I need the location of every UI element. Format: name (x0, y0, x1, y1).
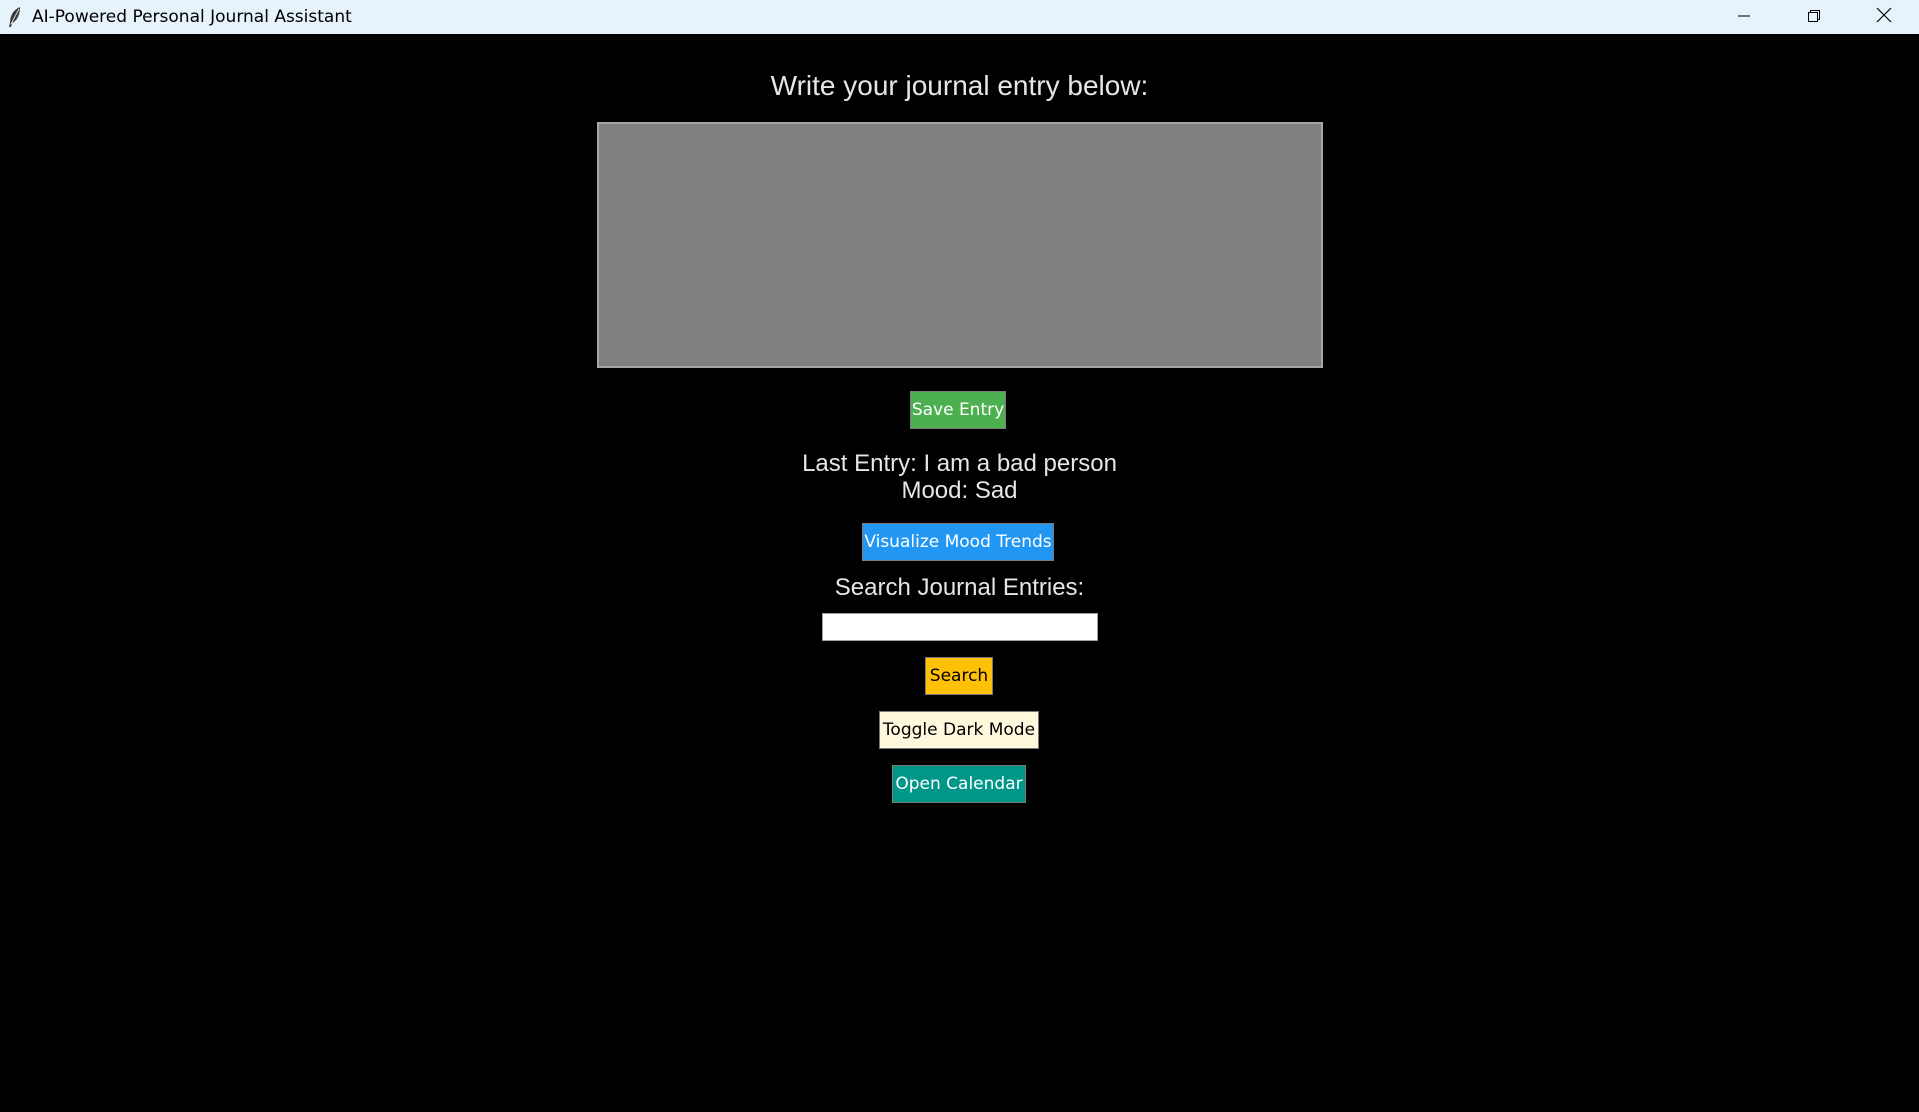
last-entry-info: Last Entry: I am a bad person Mood: Sad (0, 450, 1919, 504)
save-entry-button[interactable]: Save Entry (910, 391, 1006, 429)
feather-icon (6, 6, 24, 28)
toggle-dark-mode-button[interactable]: Toggle Dark Mode (879, 711, 1039, 749)
search-input[interactable] (822, 613, 1098, 641)
last-entry-text: Last Entry: I am a bad person (802, 450, 1117, 477)
minimize-icon (1737, 8, 1751, 27)
window-controls (1709, 0, 1919, 34)
open-calendar-button[interactable]: Open Calendar (892, 765, 1026, 803)
journal-entry-textarea[interactable] (597, 122, 1323, 368)
page-title: Write your journal entry below: (770, 70, 1149, 101)
minimize-button[interactable] (1709, 0, 1779, 34)
title-bar[interactable]: AI-Powered Personal Journal Assistant (0, 0, 1919, 34)
restore-icon (1807, 8, 1821, 27)
mood-text: Mood: Sad (901, 477, 1018, 504)
window-title: AI-Powered Personal Journal Assistant (32, 7, 352, 27)
visualize-mood-trends-button[interactable]: Visualize Mood Trends (862, 523, 1054, 561)
search-label: Search Journal Entries: (834, 574, 1085, 601)
restore-button[interactable] (1779, 0, 1849, 34)
close-button[interactable] (1849, 0, 1919, 34)
close-icon (1876, 7, 1892, 27)
client-area: Write your journal entry below: Save Ent… (0, 34, 1919, 1112)
app-window: AI-Powered Personal Journal Assistant Wr… (0, 0, 1919, 1112)
search-button[interactable]: Search (925, 657, 993, 695)
